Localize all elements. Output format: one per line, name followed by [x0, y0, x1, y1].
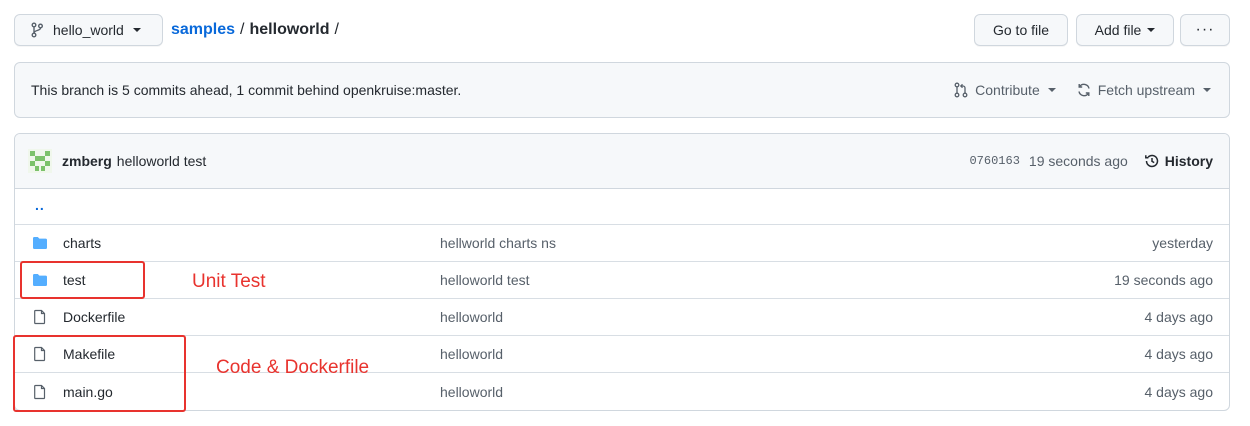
chevron-down-icon [1047, 88, 1056, 92]
file-icon [32, 309, 48, 325]
file-commit-age: 4 days ago [1144, 309, 1214, 325]
history-label: History [1164, 153, 1213, 169]
file-row[interactable]: Makefile helloworld 4 days ago [15, 336, 1229, 373]
commit-sha-link[interactable]: 0760163 [969, 154, 1019, 168]
branch-status-message: This branch is 5 commits ahead, 1 commit… [31, 82, 462, 98]
latest-commit-bar: zmberg helloworld test 0760163 19 second… [15, 134, 1229, 189]
fetch-upstream-label: Fetch upstream [1097, 82, 1195, 98]
file-commit-message-link[interactable]: helloworld [440, 309, 503, 325]
add-file-label: Add file [1094, 22, 1142, 38]
chevron-down-icon [1147, 28, 1156, 32]
more-options-button[interactable]: ··· [1180, 14, 1230, 46]
file-commit-message-link[interactable]: hellworld charts ns [440, 235, 556, 251]
contribute-label: Contribute [975, 82, 1040, 98]
go-to-file-button[interactable]: Go to file [974, 14, 1068, 46]
contribute-button[interactable]: Contribute [953, 82, 1056, 98]
repo-topbar: hello_world samples / helloworld / Go to… [14, 14, 1230, 46]
branch-status-box: This branch is 5 commits ahead, 1 commit… [14, 62, 1230, 118]
avatar[interactable] [28, 149, 52, 173]
file-commit-age: 4 days ago [1144, 346, 1214, 362]
commit-message[interactable]: helloworld test [117, 153, 207, 169]
history-link[interactable]: History [1144, 153, 1213, 169]
file-commit-age: 19 seconds ago [1114, 272, 1213, 288]
chevron-down-icon [132, 28, 141, 32]
code-dockerfile-annotation: Code & Dockerfile [216, 357, 370, 378]
file-row[interactable]: charts hellworld charts ns yesterday [15, 225, 1229, 262]
file-row[interactable]: Dockerfile helloworld 4 days ago [15, 299, 1229, 336]
unit-test-highlight-box [20, 261, 145, 299]
breadcrumb-separator: / [240, 21, 245, 38]
unit-test-annotation: Unit Test [192, 271, 266, 292]
file-commit-message-link[interactable]: helloworld [440, 346, 503, 362]
go-to-file-label: Go to file [992, 22, 1050, 38]
file-commit-age: 4 days ago [1144, 383, 1214, 400]
folder-icon [32, 235, 48, 251]
code-dockerfile-highlight-box [13, 335, 186, 412]
commit-meta: 0760163 19 seconds ago History [969, 134, 1213, 188]
file-commit-message-link[interactable]: helloworld [440, 384, 503, 400]
branch-name: hello_world [53, 22, 124, 38]
file-name-link[interactable]: Dockerfile [63, 309, 125, 325]
parent-directory-row[interactable]: .. [15, 189, 1229, 225]
branch-actions: Contribute Fetch upstream [953, 63, 1211, 117]
add-file-button[interactable]: Add file [1076, 14, 1174, 46]
commit-time: 19 seconds ago [1028, 153, 1128, 169]
fetch-upstream-button[interactable]: Fetch upstream [1076, 82, 1211, 98]
sync-icon [1076, 82, 1092, 98]
file-commit-message-link[interactable]: helloworld test [440, 272, 530, 288]
breadcrumb-repo-link[interactable]: samples [171, 21, 235, 39]
kebab-horizontal-icon: ··· [1195, 21, 1215, 38]
git-branch-icon [31, 22, 45, 38]
breadcrumb: samples / helloworld / [171, 14, 344, 46]
branch-selector-button[interactable]: hello_world [14, 14, 163, 46]
breadcrumb-trailing-separator: / [334, 21, 339, 38]
pull-request-icon [953, 82, 969, 98]
breadcrumb-current-dir: helloworld [249, 21, 330, 38]
commit-author[interactable]: zmberg [62, 153, 112, 169]
parent-directory-link[interactable]: .. [35, 197, 45, 213]
history-icon [1144, 153, 1160, 169]
chevron-down-icon [1203, 88, 1211, 92]
file-commit-age: yesterday [1152, 235, 1213, 251]
file-row[interactable]: main.go helloworld 4 days ago [15, 373, 1229, 410]
file-name-link[interactable]: charts [63, 235, 101, 251]
